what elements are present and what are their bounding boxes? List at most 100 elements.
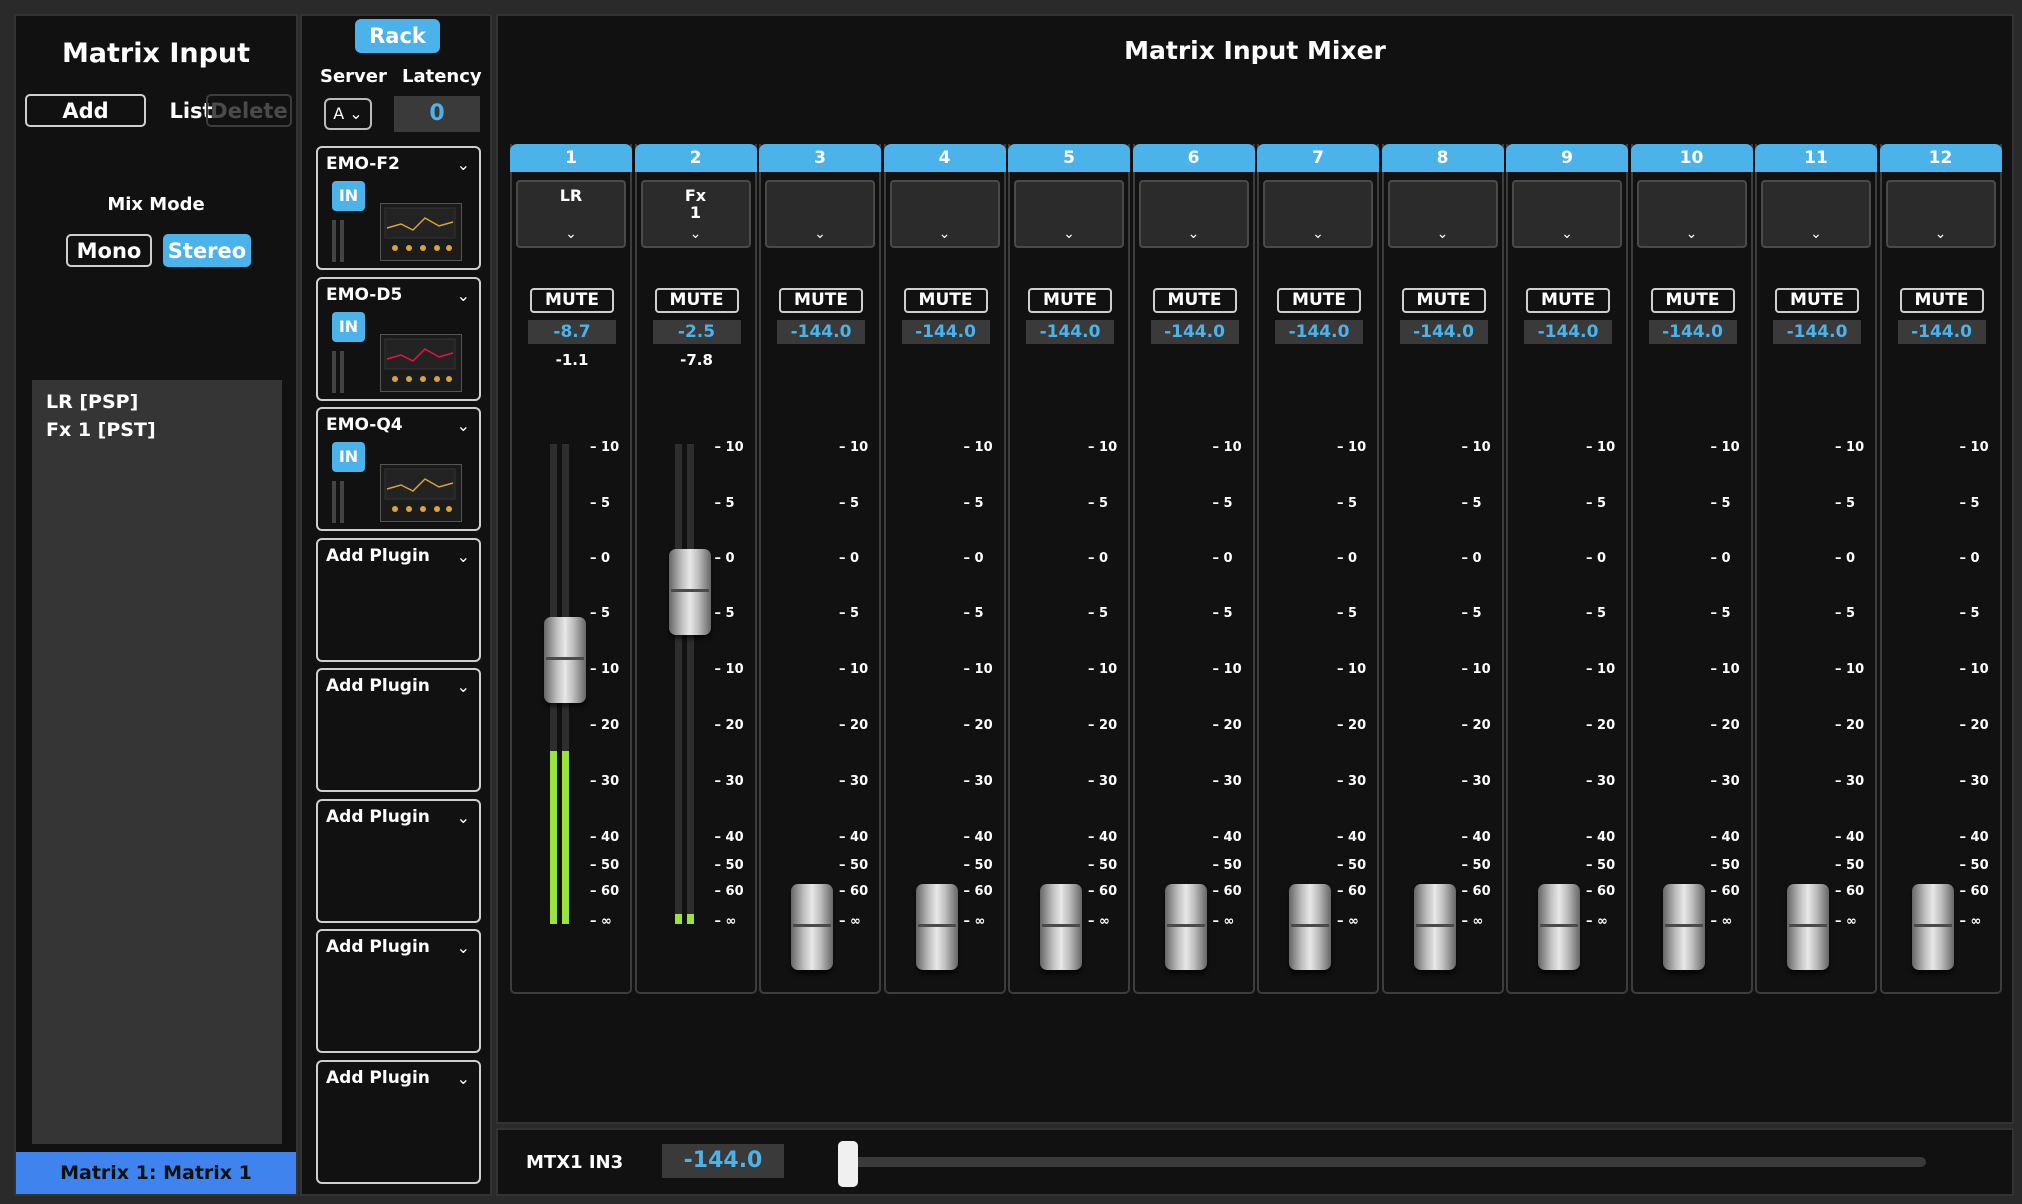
gain-value[interactable]: -144.0: [1897, 320, 1986, 344]
gain-value[interactable]: -144.0: [1275, 320, 1363, 344]
route-select[interactable]: ⌄: [1636, 180, 1747, 248]
mute-button[interactable]: MUTE: [1152, 288, 1237, 313]
route-select[interactable]: ⌄: [889, 180, 1000, 248]
chevron-down-icon[interactable]: ⌄: [457, 155, 470, 174]
scale-tick: – 10: [1959, 662, 1989, 677]
channel-fader[interactable]: [668, 548, 711, 635]
channel-number[interactable]: 1: [510, 144, 632, 172]
chevron-down-icon[interactable]: ⌄: [457, 547, 470, 566]
route-select[interactable]: ⌄: [1761, 180, 1871, 248]
gain-value[interactable]: -144.0: [1524, 320, 1612, 344]
chevron-down-icon[interactable]: ⌄: [457, 677, 470, 696]
mute-button[interactable]: MUTE: [1028, 288, 1112, 313]
channel-number[interactable]: 5: [1008, 144, 1130, 172]
server-select[interactable]: A ⌄: [324, 98, 372, 130]
add-button[interactable]: Add: [25, 94, 146, 127]
mute-button[interactable]: MUTE: [1899, 288, 1984, 313]
mono-button[interactable]: Mono: [66, 234, 152, 267]
route-select[interactable]: ⌄: [1014, 180, 1124, 248]
mute-button[interactable]: MUTE: [1650, 288, 1735, 313]
plugin-slot[interactable]: Add Plugin ⌄: [316, 668, 481, 792]
gain-value[interactable]: -8.7: [528, 320, 616, 344]
channel-number[interactable]: 4: [883, 144, 1006, 172]
plugin-slot[interactable]: EMO-D5 ⌄ IN: [316, 276, 481, 401]
channel-fader[interactable]: [1164, 884, 1207, 970]
plugin-slot[interactable]: Add Plugin ⌄: [316, 537, 481, 662]
route-select[interactable]: ⌄: [1885, 180, 1996, 248]
channel-fader[interactable]: [1662, 884, 1705, 970]
level-slider-handle[interactable]: [838, 1141, 858, 1187]
plugin-slot[interactable]: EMO-F2 ⌄ IN: [316, 146, 481, 270]
chevron-down-icon[interactable]: ⌄: [457, 286, 470, 305]
chevron-down-icon[interactable]: ⌄: [457, 938, 470, 957]
channel-number[interactable]: 3: [759, 144, 881, 172]
gain-value[interactable]: -144.0: [901, 320, 990, 344]
route-select[interactable]: ⌄: [1263, 180, 1373, 248]
channel-number[interactable]: 2: [634, 144, 757, 172]
channel-number[interactable]: 8: [1381, 144, 1504, 172]
plugin-slot[interactable]: Add Plugin ⌄: [316, 1059, 481, 1184]
plugin-in-button[interactable]: IN: [332, 311, 365, 342]
channel-fader[interactable]: [1538, 884, 1580, 970]
route-select[interactable]: ⌄: [765, 180, 875, 248]
gain-value[interactable]: -144.0: [1648, 320, 1737, 344]
route-select[interactable]: LR ⌄: [516, 180, 626, 248]
channel-fader[interactable]: [1787, 884, 1829, 970]
selected-input-value[interactable]: -144.0: [662, 1144, 784, 1178]
level-slider-track[interactable]: [846, 1157, 1926, 1167]
channel-fader[interactable]: [1413, 884, 1456, 970]
chevron-down-icon[interactable]: ⌄: [457, 416, 470, 435]
mute-button[interactable]: MUTE: [779, 288, 863, 313]
channel-number[interactable]: 11: [1755, 144, 1877, 172]
plugin-slot[interactable]: Add Plugin ⌄: [316, 798, 481, 923]
plugin-thumbnail-icon[interactable]: [380, 203, 462, 261]
scale-tick: – 40: [1586, 830, 1616, 845]
mute-button[interactable]: MUTE: [903, 288, 988, 313]
channel-number[interactable]: 12: [1879, 144, 2002, 172]
list-item[interactable]: LR [PSP]: [32, 388, 282, 416]
mute-button[interactable]: MUTE: [1401, 288, 1486, 313]
channel-number[interactable]: 7: [1257, 144, 1379, 172]
plugin-slot[interactable]: EMO-Q4 ⌄ IN: [316, 407, 481, 531]
rack-button[interactable]: Rack: [355, 19, 440, 53]
channel-fader[interactable]: [791, 884, 833, 970]
mute-button[interactable]: MUTE: [1775, 288, 1859, 313]
channel-fader[interactable]: [1911, 884, 1954, 970]
scale-tick-label: 20: [974, 718, 993, 733]
mute-button[interactable]: MUTE: [1526, 288, 1610, 313]
plugin-in-button[interactable]: IN: [332, 181, 365, 211]
scale-tick: – 50: [1959, 858, 1989, 873]
latency-value[interactable]: 0: [394, 96, 480, 132]
plugin-thumbnail-icon[interactable]: [380, 464, 462, 522]
chevron-down-icon[interactable]: ⌄: [457, 808, 470, 827]
route-select[interactable]: Fx 1 ⌄: [640, 180, 751, 248]
chevron-down-icon[interactable]: ⌄: [457, 1069, 470, 1088]
gain-value[interactable]: -144.0: [1399, 320, 1488, 344]
channel-number[interactable]: 6: [1132, 144, 1255, 172]
channel-fader[interactable]: [544, 617, 586, 704]
route-select[interactable]: ⌄: [1138, 180, 1249, 248]
stereo-button[interactable]: Stereo: [163, 234, 251, 267]
channel-fader[interactable]: [1289, 884, 1331, 970]
gain-value[interactable]: -2.5: [652, 320, 741, 344]
scale-tick-label: 30: [850, 774, 869, 789]
matrix-selector[interactable]: Matrix 1: Matrix 1: [16, 1152, 296, 1194]
gain-value[interactable]: -144.0: [1026, 320, 1114, 344]
mute-button[interactable]: MUTE: [654, 288, 739, 313]
channel-fader[interactable]: [915, 884, 958, 970]
channel-number[interactable]: 9: [1506, 144, 1628, 172]
plugin-in-button[interactable]: IN: [332, 442, 365, 472]
plugin-thumbnail-icon[interactable]: [380, 333, 462, 392]
channel-fader[interactable]: [1040, 884, 1082, 970]
channel-number[interactable]: 10: [1630, 144, 1753, 172]
route-select[interactable]: ⌄: [1387, 180, 1498, 248]
gain-value[interactable]: -144.0: [777, 320, 865, 344]
gain-value[interactable]: -144.0: [1150, 320, 1239, 344]
delete-button[interactable]: Delete: [206, 94, 292, 127]
gain-value[interactable]: -144.0: [1773, 320, 1861, 344]
mute-button[interactable]: MUTE: [530, 288, 614, 313]
list-item[interactable]: Fx 1 [PST]: [32, 416, 282, 444]
route-select[interactable]: ⌄: [1512, 180, 1622, 248]
mute-button[interactable]: MUTE: [1277, 288, 1361, 313]
plugin-slot[interactable]: Add Plugin ⌄: [316, 929, 481, 1053]
